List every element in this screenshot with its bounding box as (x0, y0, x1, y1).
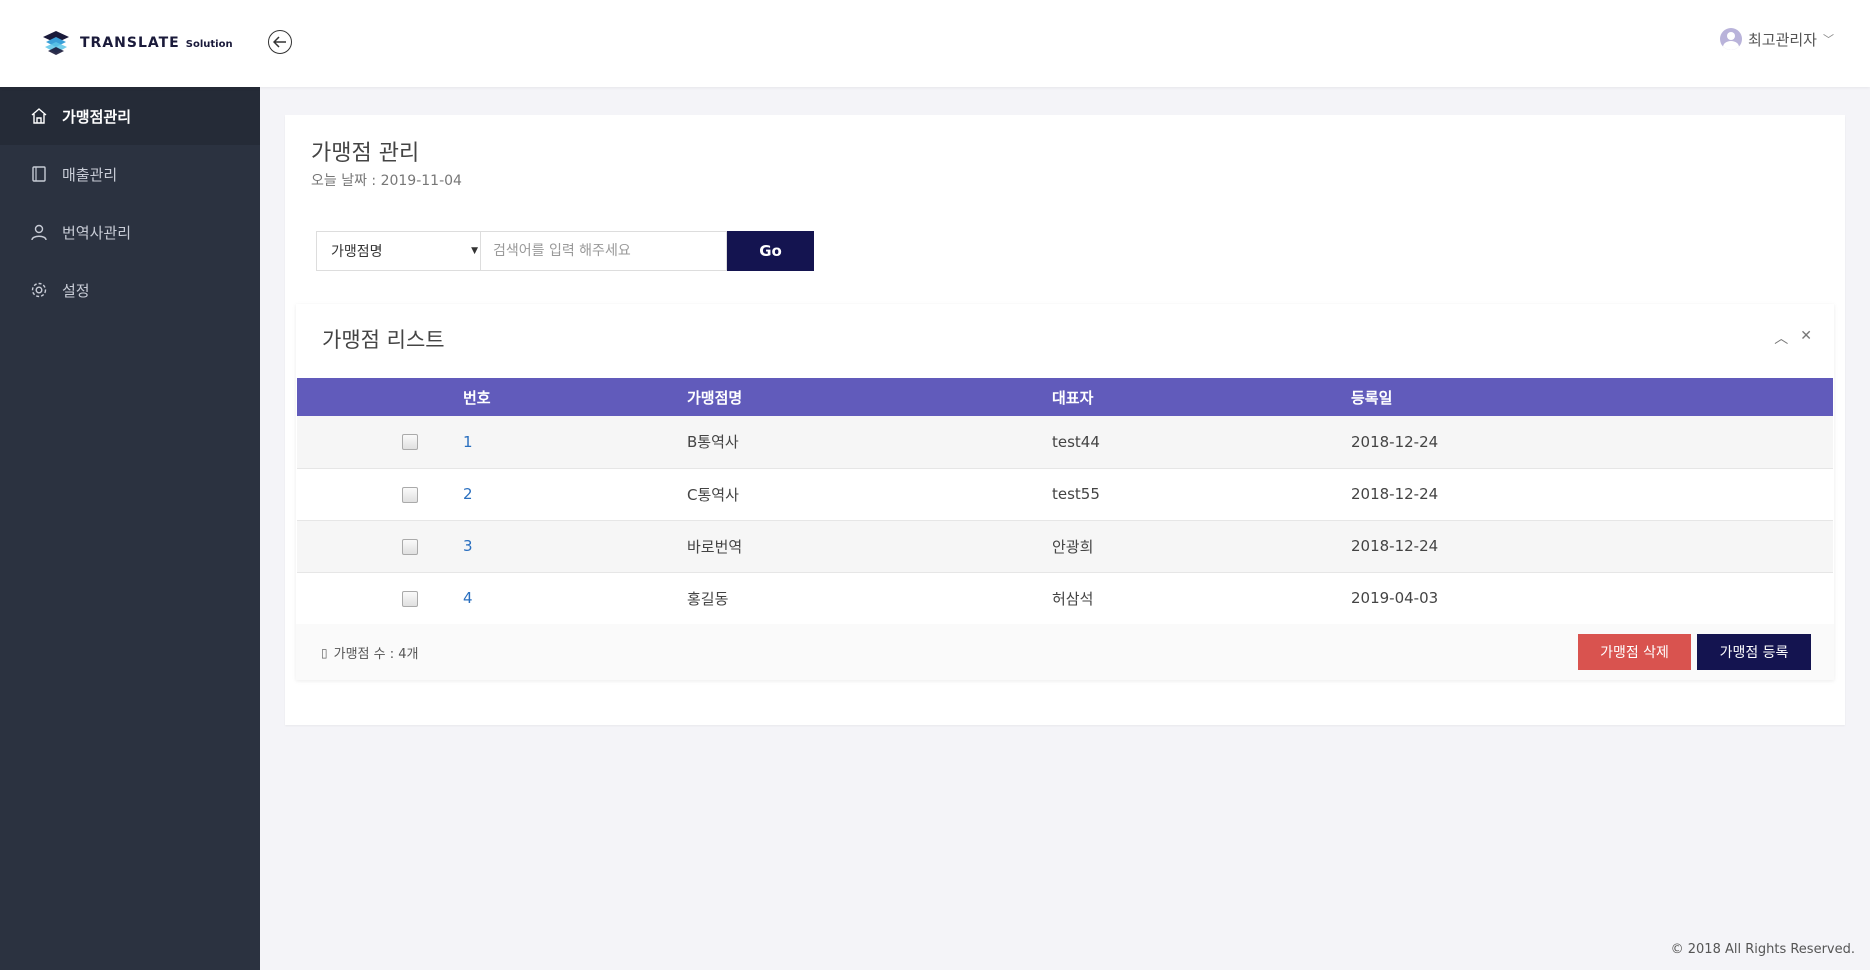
header-representative[interactable]: 대표자 (1052, 378, 1351, 416)
search-bar: 가맹점명 ▼ Go (316, 231, 814, 271)
home-icon (30, 107, 48, 125)
sidebar-item-franchise[interactable]: 가맹점관리 (0, 87, 260, 145)
table-row: 1 B통역사 test44 2018-12-24 (297, 416, 1833, 468)
row-checkbox[interactable] (402, 486, 418, 503)
row-number-link[interactable]: 3 (463, 537, 473, 555)
row-checkbox-cell (297, 520, 463, 572)
row-checkbox-cell (297, 572, 463, 624)
row-number-cell: 1 (463, 416, 687, 468)
copyright: © 2018 All Rights Reserved. (1670, 942, 1855, 957)
row-registered-date: 2018-12-24 (1351, 485, 1439, 503)
book-icon (30, 165, 48, 183)
caret-down-icon: ▼ (471, 246, 478, 256)
select-value: 가맹점명 (331, 244, 383, 260)
row-checkbox[interactable] (402, 538, 418, 555)
sidebar-item-label: 매출관리 (62, 165, 118, 184)
header-registered-date[interactable]: 등록일 (1351, 378, 1833, 416)
logo-mark-icon (43, 31, 69, 55)
gear-icon (30, 281, 48, 299)
sidebar-item-settings[interactable]: 설정 (0, 261, 260, 319)
table-row: 3 바로번역 안광희 2018-12-24 (297, 520, 1833, 572)
list-icon: ▯ (321, 645, 328, 660)
header-checkbox-col (297, 378, 463, 416)
row-checkbox[interactable] (402, 434, 418, 451)
top-header: TRANSLATE Solution 최고관리자 ﹀ (0, 0, 1870, 87)
avatar (1719, 28, 1742, 50)
row-representative: 안광희 (1052, 537, 1094, 556)
user-menu[interactable]: 최고관리자 ﹀ (1719, 28, 1834, 50)
sidebar-item-translators[interactable]: 번역사관리 (0, 203, 260, 261)
row-number-cell: 2 (463, 468, 687, 520)
register-franchise-button[interactable]: 가맹점 등록 (1697, 634, 1811, 670)
row-franchise-name: 홍길동 (687, 589, 729, 608)
row-registered-date: 2019-04-03 (1351, 589, 1439, 607)
sidebar: 가맹점관리 매출관리 번역사관리 설정 (0, 87, 260, 970)
row-number-link[interactable]: 1 (463, 433, 473, 451)
sidebar-item-label: 가맹점관리 (62, 107, 132, 126)
search-field-select[interactable]: 가맹점명 ▼ (316, 231, 481, 271)
row-franchise-name: C통역사 (687, 485, 739, 504)
sidebar-item-label: 번역사관리 (62, 223, 132, 242)
header-franchise-name[interactable]: 가맹점명 (687, 378, 1052, 416)
row-registered-date: 2018-12-24 (1351, 432, 1439, 451)
chevron-down-icon: ﹀ (1823, 33, 1834, 46)
row-number-cell: 3 (463, 520, 687, 572)
go-button[interactable]: Go (727, 231, 814, 271)
arrow-left-icon (273, 36, 286, 48)
header-number[interactable]: 번호 (463, 378, 687, 416)
logo-text: TRANSLATE (80, 35, 180, 51)
user-icon (30, 223, 48, 241)
row-number-link[interactable]: 4 (463, 589, 473, 607)
row-checkbox[interactable] (402, 590, 418, 607)
logo[interactable]: TRANSLATE Solution (40, 28, 233, 58)
main-card: 가맹점 관리 오늘 날짜 : 2019-11-04 가맹점명 ▼ Go 가맹점 … (285, 115, 1845, 725)
list-footer: ▯ 가맹점 수 : 4개 가맹점 삭제 가맹점 등록 (296, 624, 1834, 680)
table-row: 2 C통역사 test55 2018-12-24 (297, 468, 1833, 520)
count-text: 가맹점 수 : 4개 (333, 647, 419, 662)
row-representative: test44 (1052, 432, 1100, 451)
page-title: 가맹점 관리 (311, 141, 420, 166)
back-arrow-button[interactable] (268, 30, 292, 54)
sidebar-item-label: 설정 (62, 281, 90, 300)
row-franchise-name: 바로번역 (687, 537, 743, 556)
user-name: 최고관리자 (1747, 30, 1817, 49)
delete-franchise-button[interactable]: 가맹점 삭제 (1578, 634, 1691, 670)
search-input[interactable] (481, 231, 727, 271)
row-checkbox-cell (297, 416, 463, 468)
page-date: 오늘 날짜 : 2019-11-04 (311, 173, 462, 189)
row-registered-date: 2018-12-24 (1351, 537, 1439, 555)
panel-tools: ︿ ✕ (1774, 328, 1812, 348)
row-representative: test55 (1052, 485, 1100, 503)
franchise-list-panel: 가맹점 리스트 ︿ ✕ 번호 가맹점명 대표자 등록일 1 B통역사 test4… (296, 304, 1834, 680)
row-checkbox-cell (297, 468, 463, 520)
list-title: 가맹점 리스트 (322, 328, 445, 352)
logo-subtext: Solution (185, 39, 233, 50)
row-franchise-name: B통역사 (687, 433, 739, 452)
table-header-row: 번호 가맹점명 대표자 등록일 (297, 378, 1833, 416)
row-representative: 허삼석 (1052, 589, 1094, 608)
row-number-link[interactable]: 2 (463, 485, 473, 503)
table-row: 4 홍길동 허삼석 2019-04-03 (297, 572, 1833, 624)
close-icon[interactable]: ✕ (1800, 328, 1812, 348)
row-number-cell: 4 (463, 572, 687, 624)
sidebar-item-sales[interactable]: 매출관리 (0, 145, 260, 203)
franchise-count: ▯ 가맹점 수 : 4개 (321, 643, 419, 663)
franchise-table: 번호 가맹점명 대표자 등록일 1 B통역사 test44 2018-12-24… (297, 378, 1833, 625)
chevron-up-icon[interactable]: ︿ (1774, 328, 1788, 348)
